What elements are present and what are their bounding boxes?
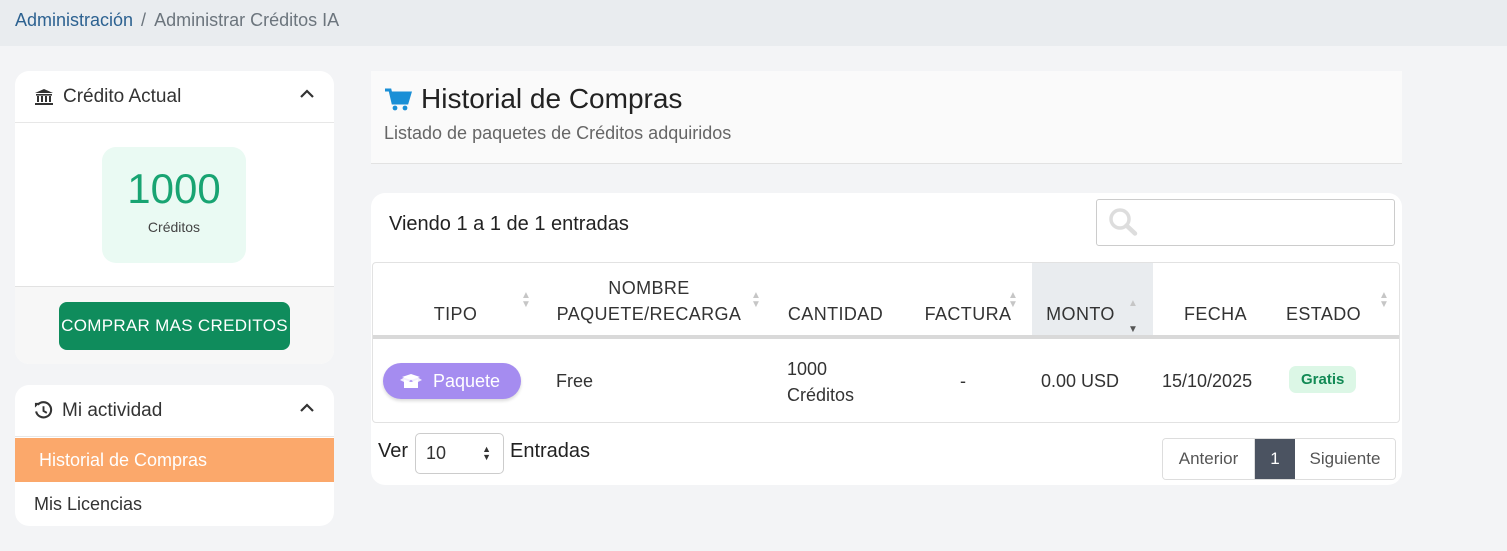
sort-icon: ▲ ▼ [521,290,532,310]
page-title: Historial de Compras [421,83,683,114]
menu-item-purchase-history[interactable]: Historial de Compras [15,438,334,482]
breadcrumb: Administración / Administrar Créditos IA [15,10,339,31]
entries-per-page-value: 10 [426,443,447,463]
box-icon [400,374,422,388]
buy-more-credits-button[interactable]: COMPRAR MAS CREDITOS [59,302,290,350]
credit-card-title: Crédito Actual [63,85,182,107]
sort-icon: ▲ ▼ [1008,290,1019,310]
status-badge: Gratis [1289,366,1357,393]
pagination-next-button[interactable]: Siguiente [1295,439,1395,479]
credit-balance-box: 1000 Créditos [102,147,246,263]
page-subtitle: Listado de paquetes de Créditos adquirid… [384,123,732,143]
top-bar: Administración / Administrar Créditos IA [0,0,1507,46]
table-row: Paquete Free 1000 Créditos - 0.00 USD 15/… [373,339,1399,422]
cell-factura: - [960,370,966,391]
column-header-estado[interactable]: ESTADO ▲ ▼ [1278,263,1399,335]
activity-card-title: Mi actividad [62,399,163,421]
sort-desc-icon: ▲ ▼ [1128,298,1139,335]
sort-icon: ▲ ▼ [751,290,762,310]
credit-amount: 1000 [127,165,221,212]
cell-monto: 0.00 USD [1041,370,1120,391]
credit-unit-label: Créditos [147,219,201,235]
history-icon [34,401,53,419]
column-header-nombre[interactable]: NOMBRE PAQUETE/RECARGA ▲ ▼ [538,263,762,335]
pagination: Anterior 1 Siguiente [1162,438,1396,480]
column-header-cantidad: CANTIDAD [787,304,884,324]
length-suffix: Entradas [510,440,591,462]
purchases-table-card: Viendo 1 a 1 de 1 entradas TIPO ▲ ▼ NOMBRE… [371,193,1402,485]
cell-cantidad: 1000 Créditos [787,359,855,405]
purchases-table: TIPO ▲ ▼ NOMBRE PAQUETE/RECARGA ▲ ▼ CANTIDAD … [372,262,1400,423]
pagination-page-1[interactable]: 1 [1255,439,1295,479]
activity-card: Mi actividad Historial de Compras Mis Li… [15,385,334,526]
column-header-fecha: FECHA [1183,304,1247,324]
column-header-monto[interactable]: MONTO ▲ ▼ [1032,263,1153,335]
column-header-factura[interactable]: FACTURA ▲ ▼ [903,263,1033,335]
search-icon [1109,208,1138,236]
credit-card-footer: COMPRAR MAS CREDITOS [15,286,334,364]
type-badge-label: Paquete [433,370,501,391]
breadcrumb-admin-link[interactable]: Administración [15,10,133,30]
sort-icon: ▲ ▼ [1379,290,1390,310]
breadcrumb-current: Administrar Créditos IA [154,10,340,30]
credit-card: Crédito Actual 1000 Créditos COMPRAR MAS… [15,71,334,364]
column-header-nombre-line1: NOMBRE [608,278,690,298]
type-badge: Paquete [383,363,521,399]
bank-icon [35,88,53,105]
table-header: TIPO ▲ ▼ NOMBRE PAQUETE/RECARGA ▲ ▼ CANTIDAD … [373,263,1399,339]
activity-card-header[interactable]: Mi actividad [15,385,334,437]
pagination-previous-button[interactable]: Anterior [1163,439,1255,479]
credit-card-header[interactable]: Crédito Actual [15,71,334,123]
length-prefix: Ver [378,440,409,462]
breadcrumb-separator: / [141,10,147,30]
search-input[interactable] [1096,199,1395,246]
cell-fecha: 15/10/2025 [1162,370,1253,391]
menu-item-my-licenses[interactable]: Mis Licencias [15,482,334,526]
entries-per-page-select[interactable]: 10 ▲ ▼ [415,433,504,474]
column-header-tipo[interactable]: TIPO ▲ ▼ [373,263,538,335]
chevron-up-icon[interactable] [300,87,314,101]
cart-icon [385,88,412,111]
table-info: Viendo 1 a 1 de 1 entradas [389,213,629,235]
select-arrows-icon: ▲ ▼ [482,444,491,462]
page-header: Historial de Compras Listado de paquetes… [371,71,1402,164]
cell-nombre: Free [556,370,594,391]
column-header-nombre-line2: PAQUETE/RECARGA [556,304,742,324]
chevron-up-icon[interactable] [300,401,314,415]
